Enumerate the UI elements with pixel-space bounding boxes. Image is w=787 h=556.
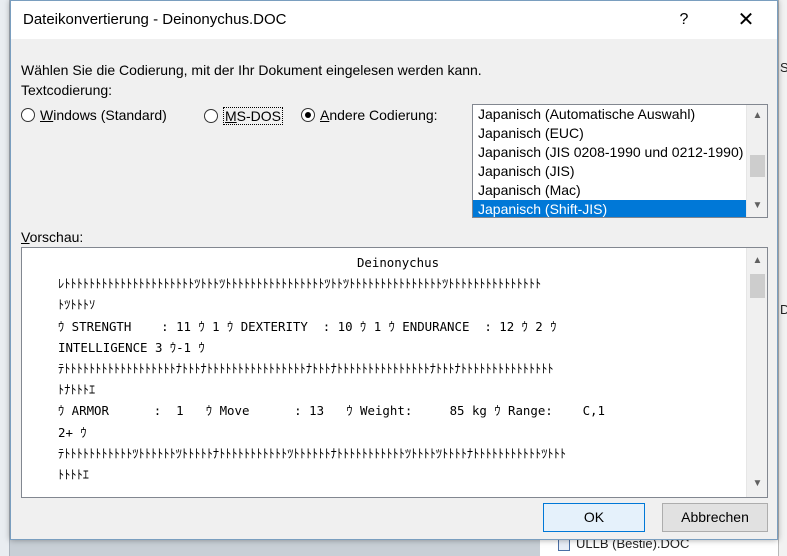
background-window-right: S D [778, 0, 787, 556]
preview-label: Vorschau: [21, 229, 84, 245]
radio-msdos-circle[interactable] [204, 109, 218, 123]
scroll-down-icon[interactable]: ▼ [747, 197, 767, 215]
radio-msdos-label: MS-DOS [223, 107, 284, 125]
scroll-up-icon[interactable]: ▲ [747, 252, 767, 270]
preview-line: ｳ STRENGTH : 11 ｳ 1 ｳ DEXTERITY : 10 ｳ 1… [58, 318, 557, 334]
radio-windows-circle[interactable] [21, 108, 35, 122]
radio-windows[interactable]: Windows (Standard) [21, 107, 167, 123]
background-window-left [0, 0, 10, 556]
preview-pane[interactable]: Deinonychus ﾚﾄﾄﾄﾄﾄﾄﾄﾄﾄﾄﾄﾄﾄﾄﾄﾄﾄﾄﾄﾄﾄﾂﾄﾄﾄﾂﾄﾄ… [21, 247, 768, 498]
encoding-list-scrollbar[interactable]: ▲ ▼ [746, 105, 767, 217]
encoding-list-items: Japanisch (Automatische Auswahl) Japanisc… [473, 105, 746, 217]
preview-line: 2+ ｳ [58, 424, 87, 440]
radio-msdos[interactable]: MS-DOS [204, 107, 284, 125]
radio-windows-label: Windows (Standard) [40, 107, 167, 123]
background-fragment: D [780, 302, 787, 317]
preview-line: ﾃﾄﾄﾄﾄﾄﾄﾄﾄﾄﾄﾄﾂﾄﾄﾄﾄﾄﾄﾂﾄﾄﾄﾄﾄﾅﾄﾄﾄﾄﾄﾄﾄﾄﾄﾄﾄﾂﾄﾄ… [58, 445, 567, 461]
dialog-title: Dateikonvertierung - Deinonychus.DOC [23, 11, 287, 28]
encoding-list-item[interactable]: Japanisch (JIS) [473, 162, 746, 181]
encoding-list-item[interactable]: Japanisch (Automatische Auswahl) [473, 105, 746, 124]
preview-line: ﾃﾄﾄﾄﾄﾄﾄﾄﾄﾄﾄﾄﾄﾄﾄﾄﾄﾄﾄﾅﾄﾄﾄﾅﾄﾄﾄﾄﾄﾄﾄﾄﾄﾄﾄﾄﾄﾄﾄﾄ… [58, 361, 554, 377]
preview-scrollbar[interactable]: ▲ ▼ [746, 248, 767, 497]
encoding-list-item[interactable]: Japanisch (EUC) [473, 124, 746, 143]
encoding-list-item[interactable]: Japanisch (Mac) [473, 181, 746, 200]
scrollbar-thumb[interactable] [750, 155, 765, 177]
radio-other-encoding-label: Andere Codierung: [320, 107, 438, 123]
cancel-button[interactable]: Abbrechen [662, 503, 768, 532]
preview-line: ﾄﾄﾄﾄｴ [58, 467, 89, 483]
preview-line: ﾄﾂﾄﾄﾄｿ [58, 297, 96, 313]
scrollbar-thumb[interactable] [750, 274, 765, 298]
ok-button[interactable]: OK [543, 503, 645, 532]
preview-text: Deinonychus ﾚﾄﾄﾄﾄﾄﾄﾄﾄﾄﾄﾄﾄﾄﾄﾄﾄﾄﾄﾄﾄﾄﾂﾄﾄﾄﾂﾄﾄ… [58, 252, 738, 485]
preview-line: ﾄﾅﾄﾄﾄｴ [58, 382, 96, 398]
encoding-list-item[interactable]: Japanisch (JIS 0208-1990 und 0212-1990) [473, 143, 746, 162]
preview-line: INTELLIGENCE 3 ｳ-1 ｳ [58, 339, 205, 355]
encoding-listbox[interactable]: Japanisch (Automatische Auswahl) Japanisc… [472, 104, 768, 218]
encoding-list-item[interactable]: Japanisch (Shift-JIS) [473, 200, 746, 217]
scroll-up-icon[interactable]: ▲ [747, 107, 767, 125]
text-encoding-label: Textcodierung: [21, 82, 113, 98]
background-fragment: S [780, 60, 787, 75]
radio-other-encoding[interactable]: Andere Codierung: [301, 107, 438, 123]
close-button[interactable]: ✕ [723, 1, 769, 39]
instruction-text: Wählen Sie die Codierung, mit der Ihr Do… [21, 62, 482, 78]
preview-heading: Deinonychus [356, 255, 440, 270]
scroll-down-icon[interactable]: ▼ [747, 475, 767, 493]
preview-line: ｳ ARMOR : 1 ｳ Move : 13 ｳ Weight: 85 kg … [58, 403, 605, 419]
file-conversion-dialog: Dateikonvertierung - Deinonychus.DOC ? ✕… [10, 0, 778, 540]
preview-line: ﾚﾄﾄﾄﾄﾄﾄﾄﾄﾄﾄﾄﾄﾄﾄﾄﾄﾄﾄﾄﾄﾄﾂﾄﾄﾄﾂﾄﾄﾄﾄﾄﾄﾄﾄﾄﾄﾄﾄﾄ… [58, 276, 542, 292]
radio-other-encoding-circle[interactable] [301, 108, 315, 122]
title-bar: Dateikonvertierung - Deinonychus.DOC ? ✕ [11, 1, 777, 39]
help-button[interactable]: ? [661, 1, 707, 39]
